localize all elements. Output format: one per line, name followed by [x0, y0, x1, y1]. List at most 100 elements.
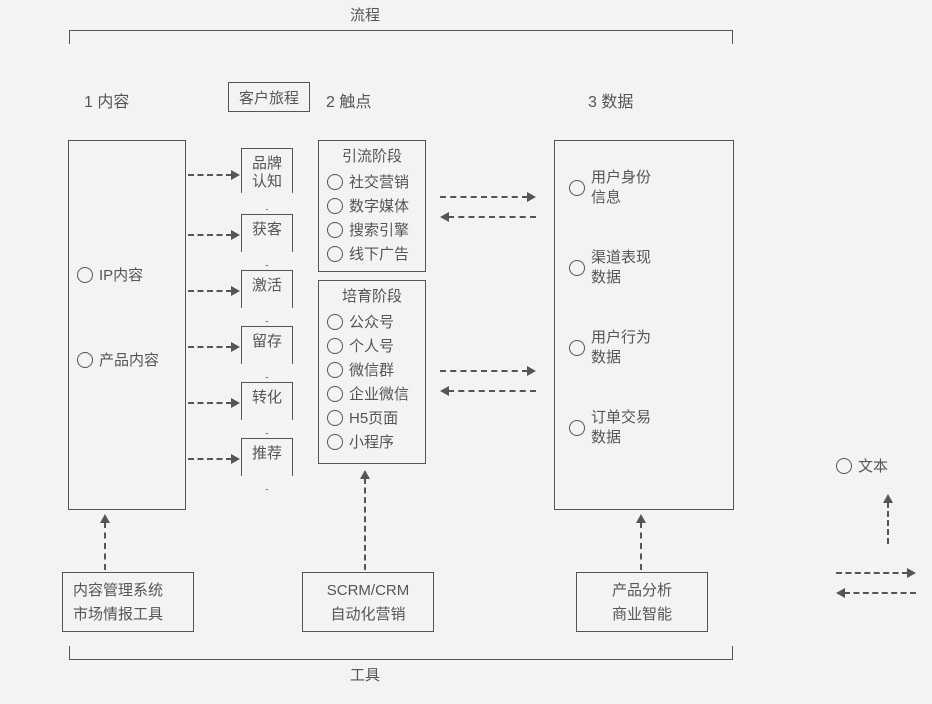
phase2-title: 培育阶段: [327, 283, 417, 308]
list-item: IP内容: [77, 264, 177, 285]
bullet-icon: [327, 314, 343, 330]
legend-arrow-right: [836, 568, 916, 578]
dashed-arrow-up: [636, 514, 646, 570]
legend-text: 文本: [836, 455, 888, 476]
phase2-item: H5页面: [349, 407, 398, 428]
tools-box-2: SCRM/CRM 自动化营销: [302, 572, 434, 632]
list-item: 个人号: [327, 335, 417, 356]
list-item: 用户行为数据: [569, 328, 719, 368]
dashed-arrow-right: [188, 454, 240, 464]
dashed-arrow-right: [440, 192, 536, 202]
bullet-icon: [569, 340, 585, 356]
phase1-item: 数字媒体: [349, 195, 409, 216]
section-2-header: 2 触点: [326, 88, 371, 112]
phase2-item: 微信群: [349, 359, 394, 380]
section-3-header: 3 数据: [588, 88, 633, 112]
step-refer: 推荐: [241, 438, 293, 490]
dashed-arrow-right: [188, 286, 240, 296]
phase1-title: 引流阶段: [327, 143, 417, 168]
bullet-icon: [569, 180, 585, 196]
tools-box-1: 内容管理系统 市场情报工具: [62, 572, 194, 632]
legend-arrow-left: [836, 588, 916, 598]
step-retain: 留存: [241, 326, 293, 378]
bullet-icon: [327, 362, 343, 378]
journey-box-label: 客户旅程: [239, 87, 299, 108]
dashed-arrow-right: [188, 230, 240, 240]
content-item-label: IP内容: [99, 264, 143, 285]
step-activate: 激活: [241, 270, 293, 322]
dashed-arrow-right: [188, 398, 240, 408]
bullet-icon: [569, 420, 585, 436]
list-item: 产品内容: [77, 349, 177, 370]
list-item: 数字媒体: [327, 195, 417, 216]
bullet-icon: [327, 174, 343, 190]
bullet-icon: [836, 458, 852, 474]
tool-label: SCRM/CRM: [313, 579, 423, 603]
dashed-arrow-right: [188, 342, 240, 352]
top-bracket: [69, 30, 733, 44]
list-item: 小程序: [327, 431, 417, 452]
tool-label: 产品分析: [587, 579, 697, 603]
step-acquire: 获客: [241, 214, 293, 266]
step-label: 获客: [252, 221, 282, 239]
bottom-bracket: [69, 646, 733, 660]
bullet-icon: [77, 267, 93, 283]
tools-label: 工具: [350, 664, 380, 685]
list-item: 渠道表现数据: [569, 248, 719, 288]
list-item: 线下广告: [327, 243, 417, 264]
tool-label: 市场情报工具: [73, 603, 183, 627]
dashed-arrow-up: [100, 514, 110, 570]
list-item: 微信群: [327, 359, 417, 380]
data-item: 用户行为数据: [591, 328, 661, 368]
step-label: 转化: [252, 389, 282, 407]
list-item: 企业微信: [327, 383, 417, 404]
bullet-icon: [327, 386, 343, 402]
content-box: IP内容 产品内容: [68, 140, 186, 510]
phase1-item: 搜索引擎: [349, 219, 409, 240]
tool-label: 商业智能: [587, 603, 697, 627]
step-label: 推荐: [252, 445, 282, 463]
data-item: 用户身份信息: [591, 168, 661, 208]
journey-box: 客户旅程: [228, 82, 310, 112]
step-label: 留存: [252, 333, 282, 351]
list-item: H5页面: [327, 407, 417, 428]
phase1-box: 引流阶段 社交营销 数字媒体 搜索引擎 线下广告: [318, 140, 426, 272]
bullet-icon: [327, 246, 343, 262]
process-label: 流程: [350, 4, 380, 25]
step-label: 品牌认知: [248, 155, 286, 191]
phase2-item: 小程序: [349, 431, 394, 452]
data-box: 用户身份信息 渠道表现数据 用户行为数据 订单交易数据: [554, 140, 734, 510]
legend: 文本: [836, 452, 888, 479]
data-item: 渠道表现数据: [591, 248, 661, 288]
dashed-arrow-up: [360, 470, 370, 570]
list-item: 订单交易数据: [569, 408, 719, 448]
phase2-item: 企业微信: [349, 383, 409, 404]
bullet-icon: [569, 260, 585, 276]
list-item: 用户身份信息: [569, 168, 719, 208]
tool-label: 内容管理系统: [73, 579, 183, 603]
dashed-arrow-right: [188, 170, 240, 180]
step-brand: 品牌认知: [241, 148, 293, 210]
dashed-arrow-left: [440, 386, 536, 396]
content-item-label: 产品内容: [99, 349, 159, 370]
legend-arrow-up: [883, 494, 893, 544]
step-label: 激活: [252, 277, 282, 295]
bullet-icon: [77, 352, 93, 368]
section-1-header: 1 内容: [84, 88, 129, 112]
phase1-item: 线下广告: [349, 243, 409, 264]
bullet-icon: [327, 338, 343, 354]
bullet-icon: [327, 410, 343, 426]
bullet-icon: [327, 198, 343, 214]
data-item: 订单交易数据: [591, 408, 661, 448]
dashed-arrow-right: [440, 366, 536, 376]
tool-label: 自动化营销: [313, 603, 423, 627]
list-item: 搜索引擎: [327, 219, 417, 240]
phase1-item: 社交营销: [349, 171, 409, 192]
tools-box-3: 产品分析 商业智能: [576, 572, 708, 632]
phase2-box: 培育阶段 公众号 个人号 微信群 企业微信 H5页面 小程序: [318, 280, 426, 464]
bullet-icon: [327, 222, 343, 238]
phase2-item: 公众号: [349, 311, 394, 332]
list-item: 公众号: [327, 311, 417, 332]
step-convert: 转化: [241, 382, 293, 434]
dashed-arrow-left: [440, 212, 536, 222]
